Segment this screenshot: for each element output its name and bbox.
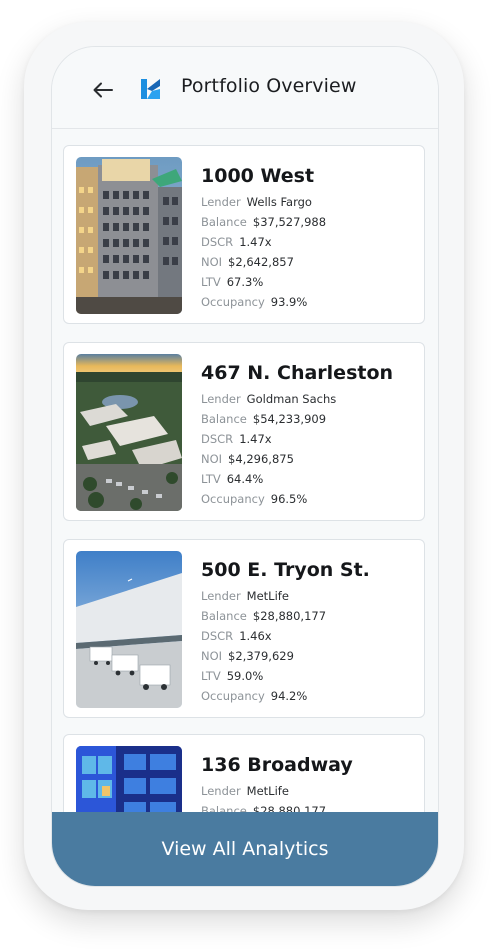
noi-label: NOI [201,452,223,466]
balance-row: Balance $54,233,909 [201,412,326,426]
property-card[interactable]: 500 E. Tryon St. Lender MetLife Balance $2… [63,539,425,718]
ltv-label: LTV [201,275,221,289]
dscr-row: DSCR 1.46x [201,629,272,643]
property-card[interactable]: 467 N. Charleston Lender Goldman Sachs Ba… [63,342,425,521]
balance-label: Balance [201,609,247,623]
lender-value: MetLife [246,589,289,603]
occupancy-label: Occupancy [201,295,265,309]
occupancy-row: Occupancy 93.9% [201,295,307,309]
ltv-label: LTV [201,472,221,486]
lender-row: Lender Goldman Sachs [201,392,336,406]
dscr-label: DSCR [201,235,234,249]
occupancy-label: Occupancy [201,689,265,703]
property-card[interactable]: 1000 West Lender Wells Fargo Balance $37,5… [63,145,425,324]
dscr-row: DSCR 1.47x [201,432,272,446]
noi-row: NOI $2,642,857 [201,255,294,269]
balance-value: $54,233,909 [252,412,327,426]
view-all-analytics-button[interactable]: View All Analytics [52,812,438,886]
lender-row: Lender Wells Fargo [201,195,312,209]
lender-value: MetLife [246,784,289,798]
property-image [76,746,182,813]
noi-label: NOI [201,255,223,269]
lender-value: Goldman Sachs [246,392,337,406]
dscr-value: 1.46x [239,629,272,643]
property-card[interactable]: 136 Broadway Lender MetLife Balance $28,88… [63,734,425,813]
property-name: 136 Broadway [201,754,353,776]
noi-value: $4,296,875 [228,452,294,466]
ltv-value: 64.4% [226,472,264,486]
lender-label: Lender [201,195,241,209]
dscr-value: 1.47x [239,432,272,446]
balance-value: $37,527,988 [252,215,327,229]
lender-label: Lender [201,589,241,603]
lender-label: Lender [201,392,241,406]
occupancy-label: Occupancy [201,492,265,506]
ltv-label: LTV [201,669,221,683]
occupancy-value: 96.5% [270,492,308,506]
dscr-value: 1.47x [239,235,272,249]
lender-row: Lender MetLife [201,589,289,603]
property-image [76,551,182,708]
occupancy-value: 93.9% [270,295,308,309]
back-button[interactable] [90,77,116,103]
noi-row: NOI $4,296,875 [201,452,294,466]
noi-row: NOI $2,379,629 [201,649,294,663]
ltv-row: LTV 59.0% [201,669,263,683]
property-name: 1000 West [201,165,315,187]
dscr-label: DSCR [201,432,234,446]
phone-screen: Portfolio Overview 1000 West Lender Well… [51,46,439,887]
lender-row: Lender MetLife [201,784,289,798]
property-image [76,157,182,314]
page-title: Portfolio Overview [181,75,357,97]
balance-value: $28,880,177 [252,609,327,623]
ltv-row: LTV 64.4% [201,472,263,486]
noi-value: $2,642,857 [228,255,294,269]
occupancy-row: Occupancy 94.2% [201,689,307,703]
noi-value: $2,379,629 [228,649,294,663]
ltv-value: 59.0% [226,669,264,683]
balance-row: Balance $37,527,988 [201,215,326,229]
app-header: Portfolio Overview [52,47,438,129]
brand-logo [140,77,162,101]
balance-label: Balance [201,412,247,426]
noi-label: NOI [201,649,223,663]
property-name: 500 E. Tryon St. [201,559,370,581]
dscr-label: DSCR [201,629,234,643]
property-list[interactable]: 1000 West Lender Wells Fargo Balance $37,5… [52,129,438,813]
lender-label: Lender [201,784,241,798]
ltv-value: 67.3% [226,275,264,289]
property-image [76,354,182,511]
lender-value: Wells Fargo [246,195,312,209]
occupancy-value: 94.2% [270,689,308,703]
balance-label: Balance [201,215,247,229]
property-name: 467 N. Charleston [201,362,394,384]
arrow-left-icon [93,82,113,98]
balance-row: Balance $28,880,177 [201,609,326,623]
occupancy-row: Occupancy 96.5% [201,492,307,506]
dscr-row: DSCR 1.47x [201,235,272,249]
ltv-row: LTV 67.3% [201,275,263,289]
